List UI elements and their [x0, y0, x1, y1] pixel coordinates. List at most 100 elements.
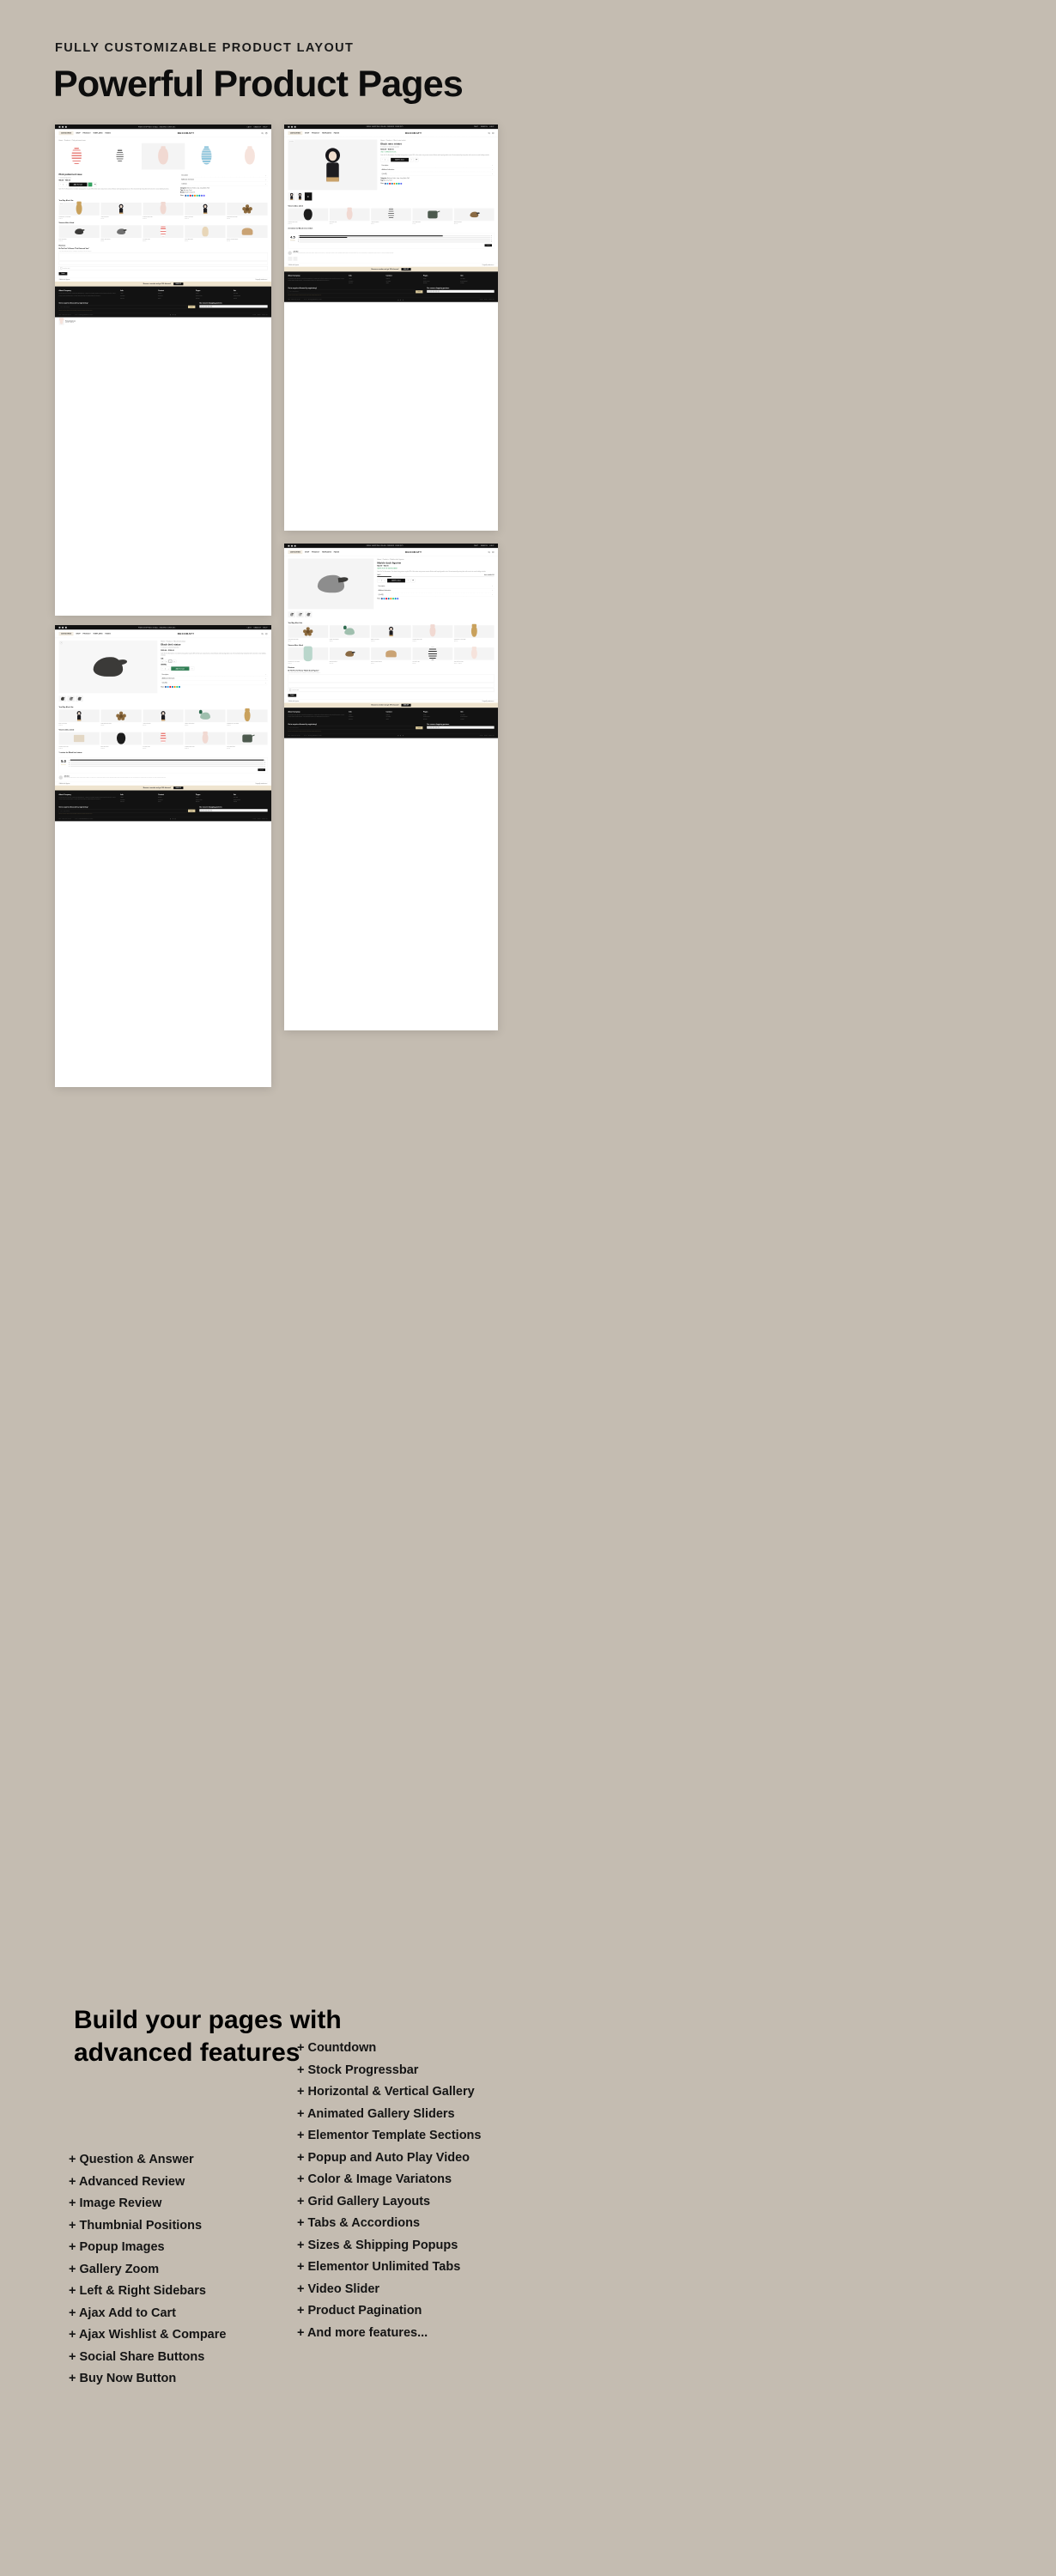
gallery-image-2[interactable]: [98, 143, 141, 170]
size-option-xl[interactable]: XL: [172, 659, 177, 663]
topbar-link-search[interactable]: SEARCH: [481, 545, 488, 547]
nav-item-templates[interactable]: TEMPLATES: [322, 551, 331, 553]
product-card[interactable]: Transparent yellow glass $130.00: [227, 709, 268, 726]
compare-icon[interactable]: ⇄: [414, 157, 419, 162]
card-image[interactable]: [143, 225, 184, 239]
nav-item-shop[interactable]: SHOP: [76, 633, 80, 635]
footer-link-cart[interactable]: CART: [253, 314, 257, 315]
newsletter-input[interactable]: Your e-mail address: [288, 726, 415, 730]
captcha-box[interactable]: I'm not a robot: [288, 688, 495, 692]
search-icon[interactable]: [261, 132, 264, 135]
main-product-image[interactable]: SALE 13%: [288, 139, 378, 191]
product-card[interactable]: Pink patterned vase $95.00 – $85.00: [453, 647, 495, 664]
add-to-cart-button[interactable]: Add To Cart: [69, 182, 88, 187]
promo-signup-button[interactable]: SIGN UP: [173, 283, 184, 286]
product-card[interactable]: Glass and brown balls $55.00: [100, 709, 142, 726]
product-card[interactable]: Cute rabbit statue $45.00: [412, 208, 453, 225]
card-image[interactable]: [329, 208, 370, 222]
product-card[interactable]: Ceramic ribbed vase $120.00: [58, 732, 100, 749]
categories-button[interactable]: CATEGORIES: [58, 631, 74, 636]
card-image[interactable]: [185, 709, 226, 723]
thumbnail-video[interactable]: ▶: [304, 192, 313, 201]
gallery-image-5[interactable]: [228, 143, 271, 170]
recently-viewed-thumb[interactable]: [58, 319, 64, 325]
nav-item-pages[interactable]: PAGES: [334, 551, 339, 553]
footer-link[interactable]: Contact: [460, 718, 494, 720]
wishlist-icon[interactable]: ♡: [190, 666, 195, 671]
card-image[interactable]: [100, 225, 142, 239]
prev-product-link[interactable]: ‹ Marble duck figurine: [288, 264, 299, 265]
footer-link[interactable]: Careers: [120, 801, 155, 804]
youtube-icon[interactable]: ◼: [175, 314, 176, 315]
card-image[interactable]: [185, 732, 226, 745]
screenshot-marble-duck-figurine[interactable]: FREE SHIPPING ON ALL ORDERS OVER $75 CAR…: [284, 544, 498, 1030]
product-card[interactable]: Marble duck figurine $32.00: [100, 225, 142, 241]
cart-icon[interactable]: [265, 633, 268, 635]
cart-icon[interactable]: [492, 551, 495, 554]
newsletter-send-button[interactable]: SEND: [416, 290, 423, 294]
share-vk-icon[interactable]: [400, 182, 403, 185]
cart-row[interactable]: −1 + Add To Cart ♡ ⇄: [58, 182, 177, 187]
prev-product-link[interactable]: ‹ Marble duck figurine: [59, 279, 70, 280]
add-to-cart-button[interactable]: Add To Cart: [391, 157, 410, 162]
add-to-cart-button[interactable]: Add To Cart: [387, 578, 406, 583]
nav-item-product[interactable]: PRODUCT: [312, 551, 319, 553]
promo-signup-button[interactable]: SIGN UP: [173, 787, 184, 790]
instagram-icon[interactable]: [58, 626, 61, 629]
twitter-icon[interactable]: ◼: [400, 299, 401, 301]
topbar-link-help[interactable]: HELP: [489, 126, 494, 128]
product-card[interactable]: Brown elephant figurine $76.00: [371, 647, 411, 664]
instagram-icon[interactable]: ◼: [170, 314, 171, 315]
screenshot-black-retro-trinket[interactable]: FREE SHIPPING ON ALL ORDERS OVER $75 CAR…: [284, 125, 498, 531]
product-card[interactable]: Brown elephant figurine $76.00: [227, 225, 268, 241]
accordion-qa[interactable]: Q & A (1) ⌄: [377, 592, 495, 597]
social-icons[interactable]: [288, 125, 296, 128]
review-images[interactable]: [288, 256, 494, 261]
qty-plus[interactable]: +: [66, 184, 67, 185]
footer-mail[interactable]: MAIL : HELLO@DECORATY.COM: [304, 299, 322, 300]
footer-link[interactable]: Sitemap: [423, 283, 457, 285]
search-icon[interactable]: [488, 550, 490, 554]
size-option-s[interactable]: S: [161, 659, 165, 663]
product-gallery[interactable]: [55, 143, 271, 170]
twitter-icon[interactable]: [291, 544, 293, 547]
card-image[interactable]: [371, 208, 411, 222]
thumbnail[interactable]: [288, 611, 295, 618]
categories-button[interactable]: CATEGORIES: [288, 131, 303, 136]
card-image[interactable]: [227, 709, 268, 723]
footer-mail[interactable]: MAIL : HELLO@DECORATY.COM: [304, 735, 322, 736]
thumbnail-strip[interactable]: ▶: [284, 192, 498, 202]
card-image[interactable]: [288, 646, 329, 662]
footer-link[interactable]: Sitemap: [423, 718, 457, 720]
social-share[interactable]: Share:: [377, 598, 494, 600]
nav-item-product[interactable]: PRODUCT: [312, 132, 319, 134]
product-card[interactable]: Glass and brown balls $55.00: [288, 625, 329, 641]
product-card[interactable]: Ceramic ribbed vase $120.00: [143, 203, 184, 219]
review-name-input[interactable]: [288, 683, 495, 688]
prev-product-link[interactable]: ‹ Marble duck figurine: [59, 783, 70, 784]
write-review-button[interactable]: Submit: [484, 244, 492, 247]
twitter-icon[interactable]: ◼: [400, 735, 401, 736]
thumbnail[interactable]: [67, 696, 75, 702]
footer-social[interactable]: ◼ ◼ ◼: [93, 314, 252, 315]
newsletter-send-button[interactable]: SEND: [416, 726, 423, 730]
thumbnail[interactable]: [76, 696, 83, 702]
product-card[interactable]: Black retro trinket $160.00: [371, 625, 411, 641]
footer-link-contact[interactable]: CONTACT: [489, 299, 494, 300]
footer-link[interactable]: Contact: [234, 801, 268, 804]
topbar-link-cart[interactable]: CART: [247, 126, 252, 128]
qty-plus[interactable]: +: [388, 159, 389, 161]
instagram-icon[interactable]: ◼: [170, 818, 171, 819]
accordion-qa[interactable]: Q & A (1) ⌄: [161, 681, 268, 685]
product-card[interactable]: Black bird statue $190.00: [329, 647, 370, 664]
review-comment-input[interactable]: [288, 674, 495, 683]
nav-item-pages[interactable]: PAGES: [106, 633, 111, 635]
product-card[interactable]: Black retro trinket $160.00: [185, 203, 226, 219]
footer-link[interactable]: Outlet: [158, 297, 192, 300]
topbar-link-help[interactable]: HELP: [489, 545, 494, 547]
screenshot-black-bird-statue[interactable]: FREE SHIPPING ON ALL ORDERS OVER $75 CAR…: [55, 625, 271, 1087]
footer-link-blog[interactable]: BLOG: [258, 818, 261, 819]
product-card[interactable]: Red white vase $88.00: [329, 208, 370, 225]
promo-signup-button[interactable]: SIGN UP: [401, 268, 411, 271]
qty-minus[interactable]: −: [162, 668, 163, 670]
